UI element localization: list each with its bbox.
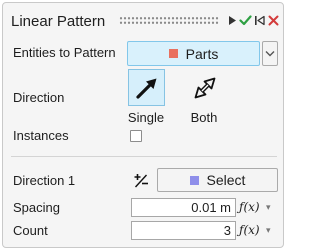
section-divider bbox=[11, 156, 277, 157]
spacing-function-icon[interactable]: ƒ(x) bbox=[239, 200, 265, 218]
parts-button-label: Parts bbox=[185, 45, 219, 62]
direction1-select-button[interactable]: Select bbox=[157, 168, 278, 192]
direction-single-button[interactable] bbox=[128, 69, 165, 106]
plus-minus-icon[interactable] bbox=[132, 172, 150, 190]
panel-title: Linear Pattern bbox=[11, 13, 106, 30]
chevron-down-icon bbox=[265, 51, 275, 57]
linear-pattern-panel: Linear Pattern Entities to Pattern Parts… bbox=[2, 2, 284, 248]
direction-single-label: Single bbox=[127, 110, 165, 125]
run-icon[interactable] bbox=[225, 11, 239, 29]
direction-both-button[interactable] bbox=[186, 69, 223, 106]
entities-dropdown-button[interactable] bbox=[262, 41, 278, 66]
checkmark-icon[interactable] bbox=[238, 11, 252, 29]
select-swatch-icon bbox=[189, 175, 199, 185]
skip-to-start-icon[interactable] bbox=[252, 11, 266, 29]
count-chevron-down-icon[interactable]: ▾ bbox=[266, 225, 276, 243]
select-button-label: Select bbox=[206, 172, 246, 188]
drag-handle[interactable] bbox=[119, 16, 219, 25]
instances-checkbox[interactable] bbox=[130, 130, 142, 142]
count-label: Count bbox=[13, 223, 48, 238]
close-icon[interactable] bbox=[266, 11, 280, 29]
spacing-label: Spacing bbox=[13, 200, 60, 215]
spacing-chevron-down-icon[interactable]: ▾ bbox=[266, 202, 276, 220]
double-arrow-icon bbox=[194, 77, 215, 98]
entities-label: Entities to Pattern bbox=[13, 45, 116, 60]
parts-swatch-icon bbox=[168, 49, 178, 58]
single-arrow-icon bbox=[135, 78, 156, 99]
count-function-icon[interactable]: ƒ(x) bbox=[239, 223, 265, 241]
direction-both-label: Both bbox=[190, 110, 218, 125]
count-input[interactable] bbox=[131, 221, 236, 240]
direction-label: Direction bbox=[13, 90, 65, 105]
parts-selector-button[interactable]: Parts bbox=[127, 41, 260, 66]
instances-label: Instances bbox=[13, 128, 69, 143]
spacing-input[interactable] bbox=[131, 198, 236, 217]
direction1-label: Direction 1 bbox=[13, 173, 76, 188]
